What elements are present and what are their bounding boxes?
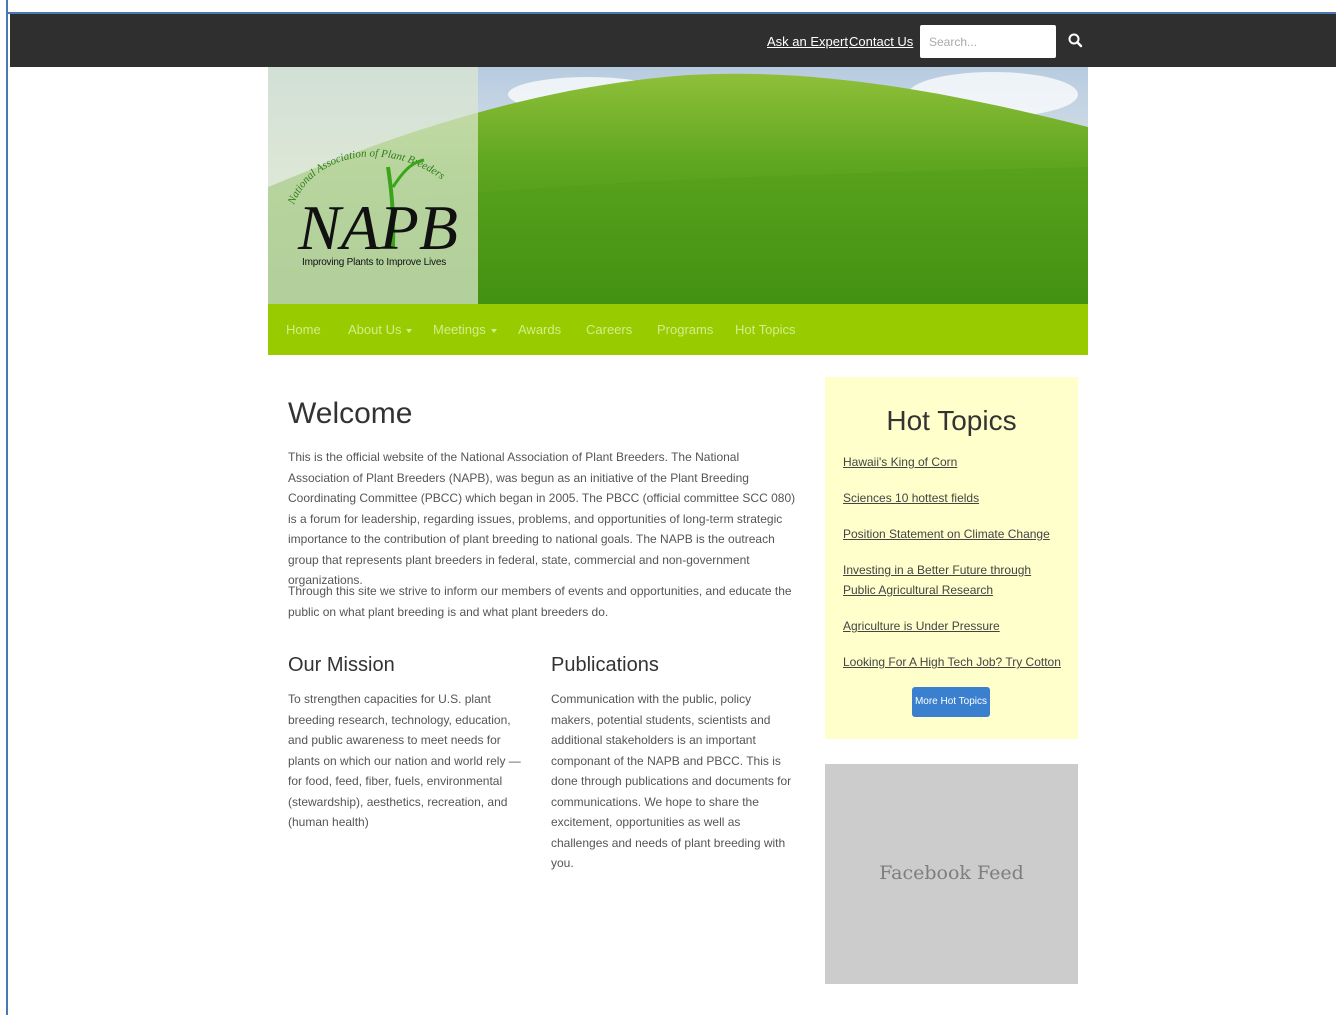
mission-heading: Our Mission	[288, 654, 395, 676]
more-hot-topics-button[interactable]: More Hot Topics	[912, 687, 990, 717]
napb-logo[interactable]: National Association of Plant Breeders N…	[276, 127, 476, 257]
publications-heading: Publications	[551, 654, 659, 676]
nav-about-us[interactable]: About Us	[348, 322, 413, 337]
intro-paragraph: This is the official website of the Nati…	[288, 450, 796, 587]
nav-careers[interactable]: Careers	[586, 322, 632, 337]
window-left-border	[0, 0, 8, 1015]
chevron-down-icon	[490, 328, 497, 333]
hero-banner: National Association of Plant Breeders N…	[268, 67, 1088, 304]
hot-topic-link[interactable]: Position Statement on Climate Change	[843, 524, 1063, 544]
nav-programs[interactable]: Programs	[657, 322, 713, 337]
publications-text: Communication with the public, policy ma…	[551, 692, 792, 870]
nav-meetings[interactable]: Meetings	[433, 322, 497, 337]
search-icon[interactable]	[1066, 31, 1086, 51]
hot-topic-link[interactable]: Sciences 10 hottest fields	[843, 488, 1063, 508]
hot-topics-title: Hot Topics	[886, 405, 1017, 436]
page-title: Welcome	[288, 397, 413, 430]
contact-us-link[interactable]: Contact Us	[849, 34, 913, 49]
chevron-down-icon	[406, 328, 413, 333]
nav-meetings-label: Meetings	[433, 322, 486, 337]
hot-topic-link[interactable]: Looking For A High Tech Job? Try Cotton	[843, 652, 1063, 672]
intro-paragraph-2: Through this site we strive to inform ou…	[288, 584, 792, 619]
mission-text: To strengthen capacities for U.S. plant …	[288, 692, 521, 829]
ask-an-expert-link[interactable]: Ask an Expert	[767, 34, 848, 49]
facebook-feed-label: Facebook Feed	[879, 862, 1024, 884]
nav-hot-topics[interactable]: Hot Topics	[735, 322, 795, 337]
nav-home[interactable]: Home	[286, 322, 321, 337]
main-nav: Home About Us Meetings Awards Careers Pr…	[268, 304, 1088, 355]
facebook-feed-panel: Facebook Feed	[825, 764, 1078, 984]
nav-awards[interactable]: Awards	[518, 322, 561, 337]
window-top-border	[0, 0, 1336, 14]
logo-tagline: Improving Plants to Improve Lives	[302, 257, 447, 268]
hot-topic-link[interactable]: Investing in a Better Future through Pub…	[843, 560, 1063, 600]
hot-topic-link[interactable]: Agriculture is Under Pressure	[843, 616, 1063, 636]
logo-panel: National Association of Plant Breeders N…	[268, 67, 478, 304]
search-input[interactable]	[920, 25, 1056, 58]
hot-topics-panel: Hot Topics Hawaii's King of Corn Science…	[825, 377, 1078, 739]
hot-topic-link[interactable]: Hawaii's King of Corn	[843, 452, 1063, 472]
top-bar: Ask an Expert Contact Us	[10, 14, 1336, 67]
logo-letters: NAPB	[297, 192, 458, 257]
nav-about-us-label: About Us	[348, 322, 402, 337]
